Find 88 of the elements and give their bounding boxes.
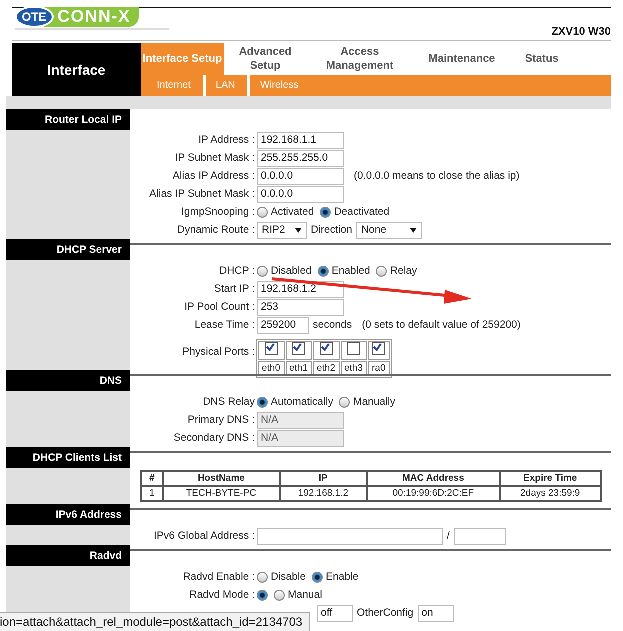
field-label: DHCP :	[218, 265, 256, 277]
input-field[interactable]: on	[418, 604, 454, 622]
input-field[interactable]: 253	[257, 298, 344, 316]
input-field[interactable]: 0.0.0.0	[257, 186, 344, 202]
column-header: #	[141, 471, 164, 486]
field-label: Radvd Mode :	[188, 589, 256, 601]
section-header: DHCP Server	[6, 239, 130, 260]
table-cell: TECH-BYTE-PC	[163, 486, 280, 501]
input-field[interactable]: off	[317, 604, 353, 622]
checkbox[interactable]	[347, 342, 360, 354]
checkbox[interactable]	[264, 342, 278, 354]
radio-label: Manual	[288, 589, 322, 601]
radio-button[interactable]	[274, 590, 285, 600]
section-header: Router Local IP	[6, 109, 130, 130]
field-label: Dynamic Route :	[176, 224, 256, 236]
field-label: /	[447, 530, 450, 542]
radio-button[interactable]	[257, 266, 268, 276]
column-header: HostName	[163, 471, 280, 486]
field-label: Primary DNS :	[186, 414, 256, 426]
table-cell: 1	[141, 486, 164, 501]
radio-label: Enable	[326, 571, 359, 583]
radio-button[interactable]	[320, 206, 332, 218]
field-label: IP Address :	[198, 134, 256, 146]
hint-text: (0.0.0.0 means to close the alias ip)	[354, 170, 520, 182]
caret-icon	[410, 228, 418, 232]
status-bar-url: ion=attach&attach_rel_module=post&attach_id=2134703	[0, 612, 310, 631]
field-label: OtherConfig	[357, 607, 414, 619]
field-label: IPv6 Global Address :	[153, 530, 256, 542]
radio-label: Deactivated	[334, 206, 390, 218]
field-label: Alias IP Subnet Mask :	[148, 188, 256, 200]
radio-button[interactable]	[257, 572, 268, 582]
dropdown[interactable]: None	[356, 222, 422, 238]
section-title: Interface	[12, 43, 141, 96]
radio-button[interactable]	[376, 266, 388, 276]
radio-button[interactable]	[318, 266, 329, 276]
radio-label: Manually	[353, 396, 396, 408]
radio-button[interactable]	[257, 396, 268, 408]
input-field[interactable]: 259200	[257, 316, 309, 334]
radio-label: Activated	[271, 206, 314, 218]
field-label: Radvd Enable :	[182, 571, 256, 583]
field-label: IP Subnet Mask :	[174, 152, 256, 164]
field-label: Physical Ports :	[182, 346, 256, 358]
radio-label: Disable	[271, 571, 306, 583]
input-field[interactable]: 192.168.1.1	[257, 132, 344, 148]
radio-button[interactable]	[257, 590, 268, 600]
dropdown[interactable]: RIP2	[257, 222, 307, 238]
section-header: Radvd	[6, 545, 130, 566]
field-label: Start IP :	[213, 283, 256, 295]
section-header: DHCP Clients List	[6, 447, 130, 468]
radio-label: Disabled	[271, 265, 312, 277]
field-label: IgmpSnooping :	[180, 206, 256, 218]
input-field[interactable]: 255.255.255.0	[257, 150, 344, 166]
model-name: ZXV10 W30	[552, 26, 611, 38]
field-label: Lease Time :	[194, 319, 256, 331]
port-label: ra0	[368, 360, 390, 376]
field-label: Direction	[311, 224, 352, 236]
input-field[interactable]	[257, 528, 443, 544]
checkbox[interactable]	[292, 342, 306, 354]
table-cell: 00:19:99:6D:2C:EF	[367, 486, 500, 501]
radio-button[interactable]	[312, 572, 324, 582]
hint-text: (0 sets to default value of 259200)	[362, 319, 521, 331]
radio-button[interactable]	[257, 206, 268, 218]
field-label: IP Pool Count :	[184, 301, 256, 313]
field-label: Secondary DNS :	[172, 432, 256, 444]
radio-label: Automatically	[271, 396, 334, 408]
port-label: eth2	[313, 360, 340, 376]
input-field[interactable]	[454, 528, 506, 544]
radio-button[interactable]	[339, 396, 350, 408]
logo: OTE CONN-X	[15, 6, 169, 30]
checkbox[interactable]	[372, 342, 386, 354]
field-label: Alias IP Address :	[172, 170, 256, 182]
column-header: MAC Address	[367, 471, 500, 486]
radio-label: Relay	[390, 265, 418, 277]
radio-label: Enabled	[332, 265, 370, 277]
column-header: Expire Time	[500, 471, 601, 486]
section-header: DNS	[6, 370, 130, 391]
checkbox[interactable]	[320, 342, 333, 354]
port-label: eth1	[286, 360, 312, 376]
table-cell: 2days 23:59:9	[500, 486, 601, 501]
field-label: seconds	[313, 319, 352, 331]
port-label: eth0	[258, 360, 284, 376]
section-header: IPv6 Address	[6, 504, 130, 525]
field-label: DNS Relay	[202, 396, 256, 408]
column-header: IP	[280, 471, 368, 486]
port-label: eth3	[340, 360, 367, 376]
caret-icon	[295, 228, 302, 232]
input-field[interactable]: 0.0.0.0	[257, 168, 344, 184]
table-cell: 192.168.1.2	[280, 486, 368, 501]
